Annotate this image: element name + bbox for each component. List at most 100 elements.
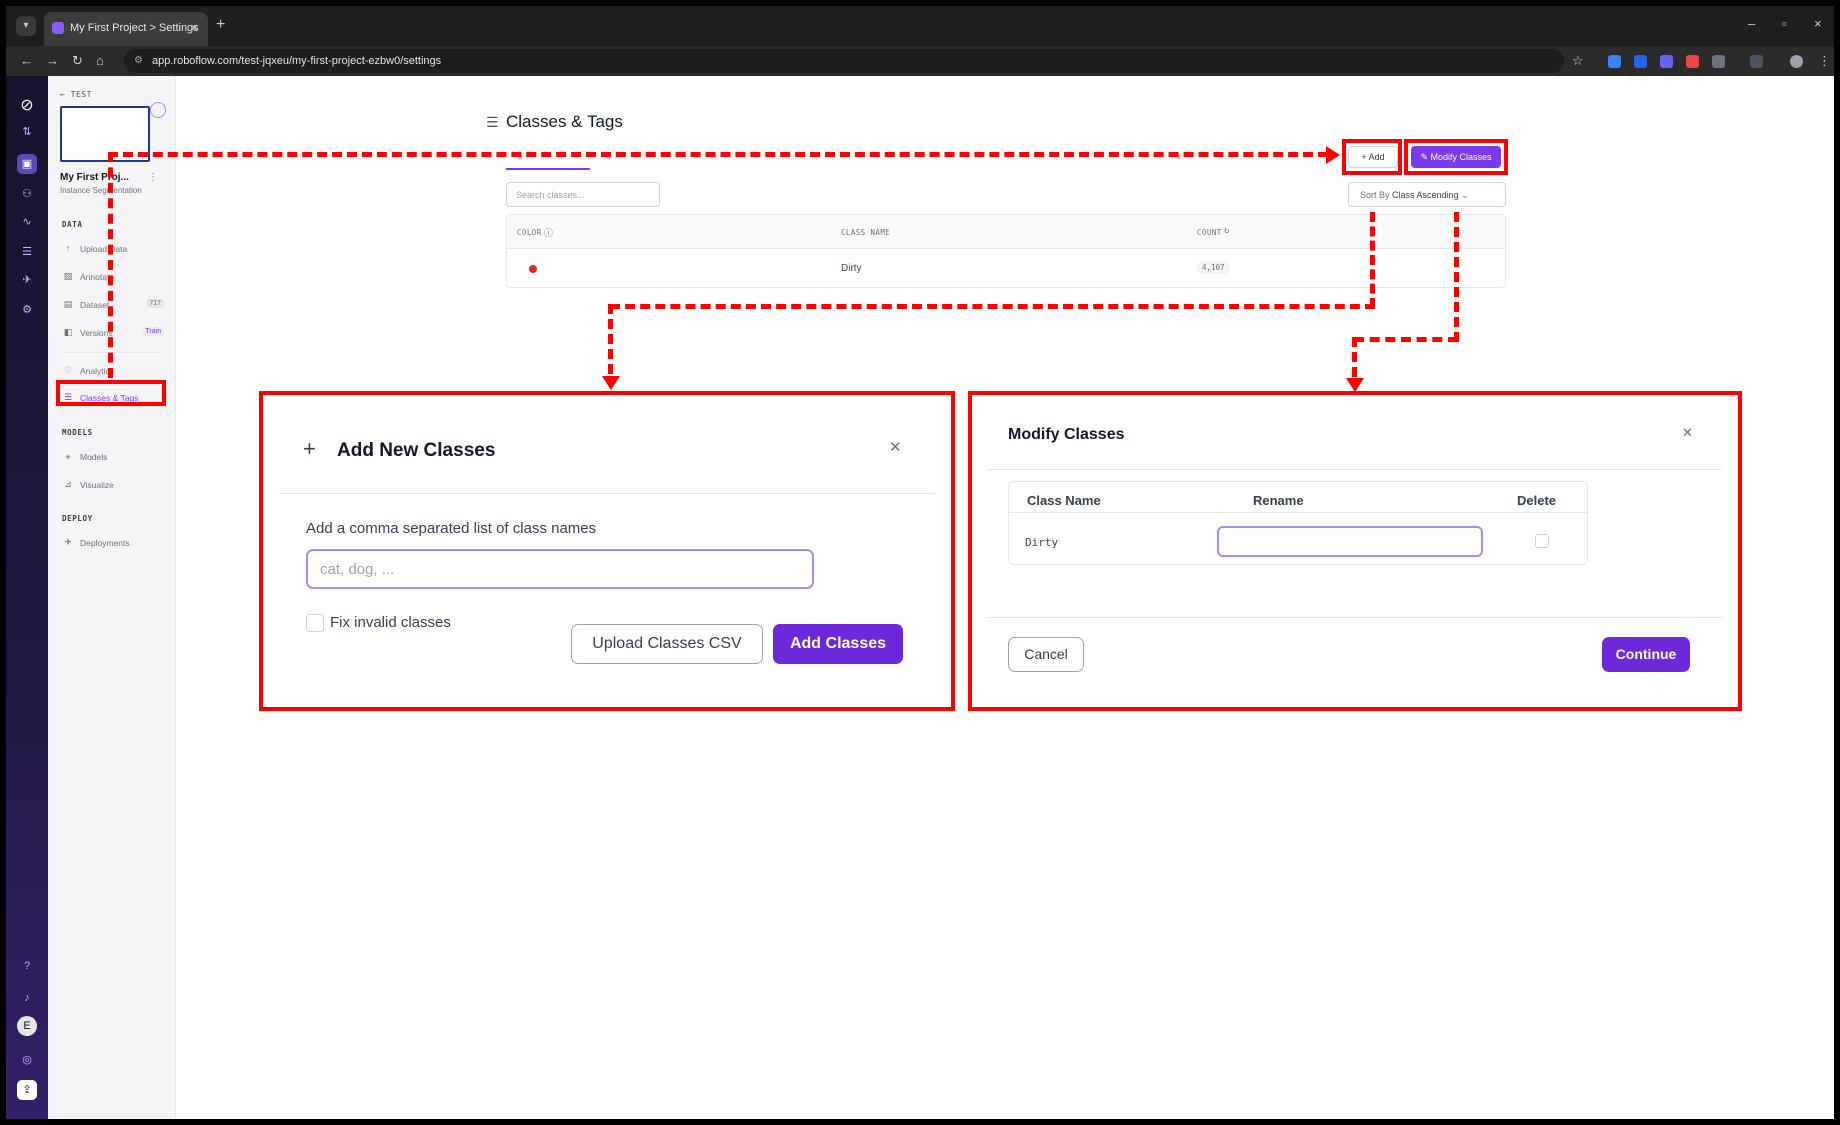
url-text: app.roboflow.com/test-jqxeu/my-first-pro… <box>152 55 442 67</box>
active-tab-indicator <box>506 168 590 170</box>
bookmark-star-icon[interactable]: ☆ <box>1572 53 1584 69</box>
delete-checkbox[interactable] <box>1535 534 1549 548</box>
fix-invalid-label: Fix invalid classes <box>330 614 451 631</box>
dialog-title: Add New Classes <box>337 440 496 461</box>
column-header-delete: Delete <box>1517 493 1557 508</box>
page-title: ☰ Classes & Tags <box>486 112 623 132</box>
sidebar-item-upload[interactable]: ↑ Upload Data <box>62 240 166 258</box>
cancel-button[interactable]: Cancel <box>1008 637 1084 672</box>
fix-invalid-checkbox[interactable] <box>306 614 324 632</box>
close-icon[interactable]: ✕ <box>1682 425 1693 441</box>
connector-add-to-dialog <box>608 304 613 374</box>
browser-tab[interactable]: My First Project > Settings × <box>44 12 208 46</box>
deploy-rail-icon[interactable]: ✈ <box>17 270 37 290</box>
extensions-puzzle-icon[interactable] <box>1712 55 1725 68</box>
upload-rail-icon[interactable]: ⇪ <box>17 1080 37 1100</box>
class-color-swatch[interactable] <box>529 265 537 273</box>
dialog-title: Modify Classes <box>1008 426 1125 443</box>
search-classes-input[interactable]: Search classes... <box>506 182 660 207</box>
workspace-name: TEST <box>70 90 92 99</box>
dataset-icon: ▤ <box>63 299 73 309</box>
sidebar-item-visualize[interactable]: ⊿ Visualize <box>62 476 166 494</box>
info-icon[interactable]: ⓘ <box>544 226 553 239</box>
sidebar-item-label: Visualize <box>80 480 114 490</box>
sort-dropdown[interactable]: Sort By Class Ascending ⌄ <box>1348 182 1506 207</box>
connector-add-left <box>610 304 1375 309</box>
forward-icon[interactable]: → <box>46 53 59 68</box>
connector-modify-left <box>1354 337 1458 342</box>
class-names-input[interactable]: cat, dog, ... <box>306 549 814 589</box>
url-field[interactable]: ⚙ app.roboflow.com/test-jqxeu/my-first-p… <box>124 49 1564 73</box>
user-avatar[interactable]: E <box>17 1016 37 1036</box>
classes-table: COLOR ⓘ CLASS NAME COUNT ↻ Dirty 4,107 <box>506 214 1506 288</box>
highlight-add-button <box>1342 139 1402 175</box>
site-info-icon[interactable]: ⚙ <box>134 55 143 66</box>
close-window-icon[interactable]: × <box>1814 16 1822 31</box>
restore-icon[interactable]: ▫ <box>1782 16 1787 31</box>
browser-tab-bar: ▾ My First Project > Settings × + – ▫ × <box>6 6 1834 46</box>
column-header-count: COUNT <box>1197 228 1222 237</box>
extension-translate-icon[interactable] <box>1608 55 1621 68</box>
project-menu-icon[interactable]: ⋮ <box>148 172 158 183</box>
close-icon[interactable]: ✕ <box>889 438 902 456</box>
highlight-modify-button <box>1404 139 1508 175</box>
connector-sidebar-vertical <box>108 152 113 378</box>
sidebar-item-analytics[interactable]: ♡ Analytics <box>62 362 166 380</box>
column-header-color: COLOR <box>517 228 542 237</box>
back-icon[interactable]: ← <box>20 53 33 68</box>
screenshot-frame: ▾ My First Project > Settings × + – ▫ × … <box>4 4 1836 1121</box>
link-icon[interactable] <box>1750 55 1763 68</box>
highlight-classes-tags <box>56 380 166 406</box>
new-tab-icon[interactable]: + <box>216 16 225 34</box>
versions-icon: ◧ <box>63 327 73 337</box>
arrow-right-icon <box>1326 146 1340 164</box>
sort-value: Class Ascending <box>1392 190 1459 200</box>
sidebar-item-deployments[interactable]: ✈ Deployments <box>62 534 166 552</box>
back-to-workspace[interactable]: ← TEST <box>60 90 92 99</box>
tab-search-icon[interactable]: ▾ <box>16 16 36 36</box>
refresh-count-icon[interactable]: ↻ <box>1224 226 1230 236</box>
rename-input[interactable] <box>1217 526 1483 557</box>
sidebar-item-label: Dataset <box>80 300 110 310</box>
minimize-icon[interactable]: – <box>1748 16 1755 31</box>
universe-icon[interactable]: ◎ <box>17 1050 37 1070</box>
app-icon-rail: ⊘ ⇅ ▣ ⚇ ∿ ☰ ✈ ⚙ ? ♪ E ◎ ⇪ <box>6 76 48 1119</box>
sidebar-item-dataset[interactable]: ▤ Dataset 717 <box>62 296 166 314</box>
page-title-text: Classes & Tags <box>506 112 623 131</box>
dataset-count-badge: 717 <box>146 299 164 308</box>
table-divider <box>1009 512 1587 513</box>
class-name-cell: Dirty <box>1025 536 1059 549</box>
sidebar-item-versions[interactable]: ◧ Versions Train <box>62 324 166 342</box>
reload-icon[interactable]: ↻ <box>72 53 83 69</box>
notifications-icon[interactable]: ♪ <box>17 988 37 1008</box>
database-icon[interactable]: ☰ <box>17 242 37 262</box>
close-tab-icon[interactable]: × <box>190 20 198 35</box>
sidebar-item-label: Models <box>80 452 108 462</box>
dialog-divider <box>988 469 1722 470</box>
settings-rail-icon[interactable]: ⚙ <box>17 300 37 320</box>
connector-modify-down <box>1454 212 1459 342</box>
projects-icon[interactable]: ▣ <box>17 154 37 174</box>
sidebar-item-annotate[interactable]: ▨ Annotate <box>62 268 166 286</box>
sidebar-item-models[interactable]: ⚹ Models <box>62 448 166 466</box>
upload-classes-csv-button[interactable]: Upload Classes CSV <box>571 624 763 664</box>
sort-prefix: Sort By <box>1360 190 1390 200</box>
continue-button[interactable]: Continue <box>1602 637 1690 672</box>
analytics-rail-icon[interactable]: ∿ <box>17 212 37 232</box>
team-icon[interactable]: ⚇ <box>17 184 37 204</box>
modify-classes-dialog: Modify Classes ✕ Class Name Rename Delet… <box>968 391 1742 711</box>
deployments-icon: ✈ <box>64 537 72 547</box>
extension-download-icon[interactable] <box>1634 55 1647 68</box>
browser-menu-icon[interactable]: ⋮ <box>1818 53 1831 69</box>
roboflow-logo-icon[interactable]: ⊘ <box>17 96 37 116</box>
profile-avatar-icon[interactable] <box>1790 55 1803 68</box>
help-icon[interactable]: ? <box>17 956 37 976</box>
extension-grid-icon[interactable] <box>1660 55 1673 68</box>
class-count-cell: 4,107 <box>1197 261 1230 274</box>
table-header: COLOR ⓘ CLASS NAME COUNT ↻ <box>507 215 1505 249</box>
extension-red-icon[interactable] <box>1686 55 1699 68</box>
add-classes-button[interactable]: Add Classes <box>773 624 903 664</box>
project-status-icon <box>150 102 166 118</box>
home-icon[interactable]: ⌂ <box>96 53 104 68</box>
workflows-icon[interactable]: ⇅ <box>17 122 37 142</box>
